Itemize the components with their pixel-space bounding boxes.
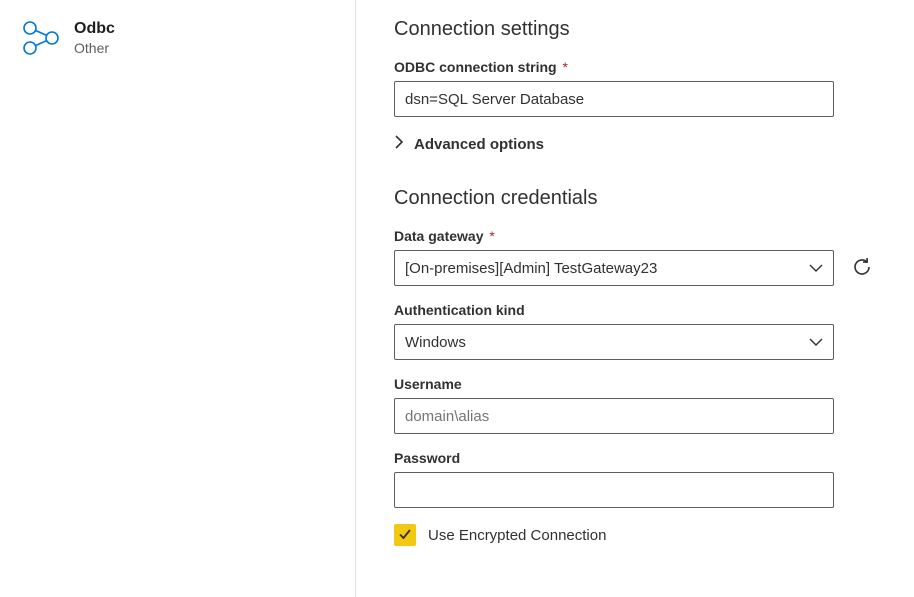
- source-title: Odbc: [74, 20, 115, 38]
- check-icon: [398, 527, 412, 544]
- encrypted-connection-label: Use Encrypted Connection: [428, 527, 606, 544]
- required-mark: *: [562, 59, 567, 75]
- data-gateway-select[interactable]: [On-premises][Admin] TestGateway23: [394, 250, 834, 286]
- odbc-icon: [20, 18, 60, 579]
- username-input[interactable]: [394, 398, 834, 434]
- refresh-gateway-button[interactable]: [848, 254, 876, 282]
- password-label: Password: [394, 450, 876, 466]
- encrypted-connection-checkbox[interactable]: [394, 524, 416, 546]
- connection-string-label: ODBC connection string *: [394, 59, 876, 75]
- auth-kind-value: Windows: [405, 334, 466, 351]
- auth-kind-label: Authentication kind: [394, 302, 876, 318]
- source-subtitle: Other: [74, 40, 115, 56]
- auth-kind-select[interactable]: Windows: [394, 324, 834, 360]
- advanced-options-label: Advanced options: [414, 136, 544, 153]
- refresh-icon: [851, 256, 873, 281]
- settings-heading: Connection settings: [394, 18, 876, 41]
- required-mark: *: [489, 228, 494, 244]
- connection-string-label-text: ODBC connection string: [394, 59, 557, 75]
- chevron-down-icon: [809, 334, 823, 351]
- username-field: Username: [394, 376, 876, 434]
- data-gateway-field: Data gateway * [On-premises][Admin] Test…: [394, 228, 876, 286]
- password-field: Password: [394, 450, 876, 508]
- data-gateway-label-text: Data gateway: [394, 228, 483, 244]
- encrypted-connection-row: Use Encrypted Connection: [394, 524, 876, 546]
- data-gateway-value: [On-premises][Admin] TestGateway23: [405, 260, 657, 277]
- connection-string-field: ODBC connection string *: [394, 59, 876, 117]
- form-panel: Connection settings ODBC connection stri…: [356, 0, 914, 597]
- chevron-down-icon: [809, 260, 823, 277]
- username-label: Username: [394, 376, 876, 392]
- credentials-heading: Connection credentials: [394, 187, 876, 210]
- chevron-right-icon: [394, 135, 404, 153]
- advanced-options-toggle[interactable]: Advanced options: [394, 135, 876, 153]
- source-panel: Odbc Other: [0, 0, 356, 597]
- connection-string-input[interactable]: [394, 81, 834, 117]
- password-input[interactable]: [394, 472, 834, 508]
- data-gateway-label: Data gateway *: [394, 228, 876, 244]
- auth-kind-field: Authentication kind Windows: [394, 302, 876, 360]
